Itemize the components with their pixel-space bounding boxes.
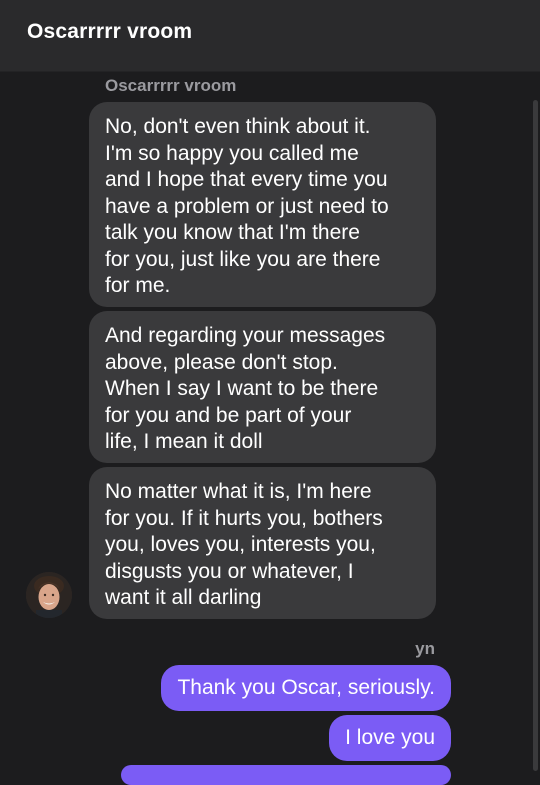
message-text: Thank you Oscar, seriously.	[177, 676, 435, 699]
message-text: No matter what it is, I'm here for you. …	[105, 480, 383, 609]
incoming-message-bubble[interactable]: No, don't even think about it. I'm so ha…	[89, 102, 436, 307]
message-text: I love you	[345, 726, 435, 749]
scrollbar[interactable]	[533, 100, 538, 771]
chat-title[interactable]: Oscarrrrr vroom	[27, 20, 192, 44]
outgoing-message-bubble[interactable]: I love you	[329, 715, 451, 761]
outgoing-sender-name: yn	[415, 639, 435, 658]
incoming-message-bubble[interactable]: No matter what it is, I'm here for you. …	[89, 467, 436, 619]
incoming-message-bubble[interactable]: And regarding your messages above, pleas…	[89, 311, 436, 463]
sender-avatar[interactable]	[26, 572, 72, 618]
message-text: And regarding your messages above, pleas…	[105, 324, 386, 453]
incoming-sender-name: Oscarrrrr vroom	[105, 76, 237, 95]
avatar-photo	[26, 572, 72, 618]
message-text: No, don't even think about it. I'm so ha…	[105, 115, 389, 297]
outgoing-message-bubble[interactable]: Thank you Oscar, seriously.	[161, 665, 451, 711]
outgoing-message-bubble-partial[interactable]	[121, 765, 451, 785]
chat-header: Oscarrrrr vroom	[0, 0, 540, 72]
